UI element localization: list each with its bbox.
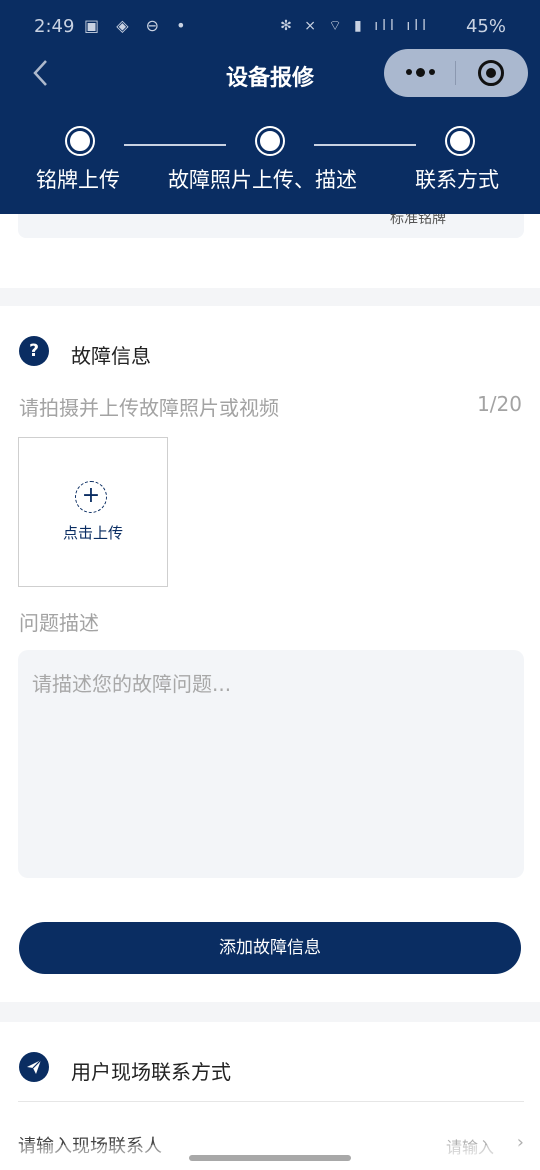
status-time: 2:49 bbox=[34, 16, 75, 37]
plus-icon: + bbox=[75, 481, 107, 513]
miniprogram-capsule bbox=[384, 49, 528, 97]
capsule-divider bbox=[455, 61, 456, 85]
app-header: 2:49 ▣ ◈ ⊖ • ✻ ⨯ ⌔ ▮ ıll ıll 45% 设备报修 铭牌… bbox=[0, 0, 540, 214]
upload-photo-button[interactable]: + 点击上传 bbox=[18, 437, 168, 587]
step-2-label[interactable]: 故障照片上传、描述 bbox=[168, 164, 357, 194]
step-3-indicator bbox=[447, 128, 473, 154]
step-3-label[interactable]: 联系方式 bbox=[415, 164, 499, 194]
fault-section-title: 故障信息 bbox=[71, 344, 151, 368]
paper-plane-icon bbox=[19, 1052, 49, 1082]
step-connector bbox=[124, 144, 226, 146]
step-2-indicator bbox=[257, 128, 283, 154]
home-indicator[interactable] bbox=[189, 1155, 351, 1161]
status-notification-icons: ▣ ◈ ⊖ • bbox=[84, 16, 192, 35]
contact-section-title: 用户现场联系方式 bbox=[71, 1060, 231, 1084]
divider bbox=[18, 1101, 524, 1102]
step-1-indicator bbox=[67, 128, 93, 154]
battery-level: 45% bbox=[465, 16, 506, 37]
nameplate-card: 标准铭牌 bbox=[0, 211, 540, 288]
step-1-label[interactable]: 铭牌上传 bbox=[36, 164, 120, 194]
fault-info-card: ? 故障信息 请拍摄并上传故障照片或视频 1/20 + 点击上传 问题描述 添加… bbox=[0, 306, 540, 1002]
nameplate-preview[interactable]: 标准铭牌 bbox=[18, 211, 524, 238]
step-connector bbox=[314, 144, 416, 146]
fault-description-input[interactable] bbox=[18, 650, 524, 878]
status-system-icons: ✻ ⨯ ⌔ ▮ ıll ıll bbox=[280, 18, 430, 34]
add-fault-button[interactable]: 添加故障信息 bbox=[19, 922, 521, 974]
photo-count: 1/20 bbox=[477, 392, 522, 416]
photo-hint: 请拍摄并上传故障照片或视频 bbox=[19, 396, 279, 420]
upload-label: 点击上传 bbox=[62, 524, 123, 542]
close-miniprogram-icon[interactable] bbox=[478, 60, 504, 86]
question-icon: ? bbox=[19, 336, 49, 366]
description-label: 问题描述 bbox=[19, 611, 99, 635]
status-bar: 2:49 ▣ ◈ ⊖ • ✻ ⨯ ⌔ ▮ ıll ıll 45% bbox=[0, 0, 540, 52]
more-menu-icon[interactable] bbox=[402, 59, 438, 85]
